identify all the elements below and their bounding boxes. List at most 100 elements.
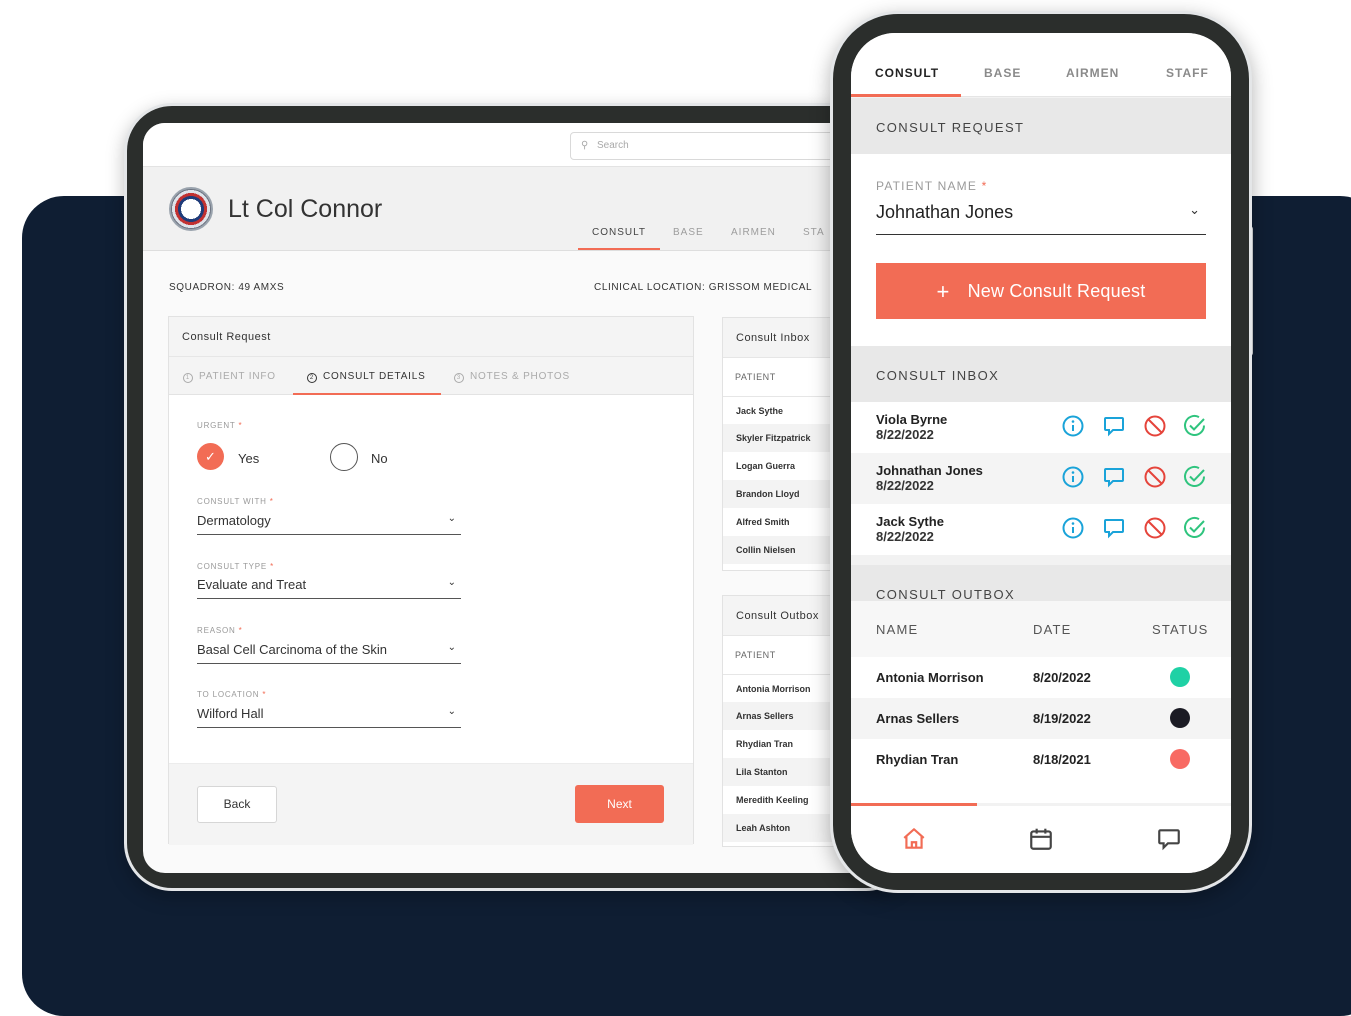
list-item[interactable]: Logan Guerra <box>723 452 843 480</box>
list-item[interactable]: Brandon Lloyd <box>723 480 843 508</box>
chevron-down-icon: ⌄ <box>447 577 456 588</box>
inbox-row[interactable]: Viola Byrne 8/22/2022 <box>851 402 1231 453</box>
required-mark: * <box>981 179 988 193</box>
patient-name-select[interactable]: Johnathan Jones ⌄ <box>876 202 1206 235</box>
step-patient-info[interactable]: 1 PATIENT INFO <box>183 371 276 383</box>
patient-name: Johnathan Jones <box>876 463 983 478</box>
chevron-down-icon: ⌄ <box>1189 202 1200 217</box>
card-title: Consult Inbox <box>723 318 841 358</box>
required-mark: * <box>270 562 275 571</box>
to-location-value: Wilford Hall <box>197 706 264 721</box>
reason-value: Basal Cell Carcinoma of the Skin <box>197 642 388 657</box>
tab-airmen[interactable]: AIRMEN <box>731 227 776 238</box>
list-item[interactable]: Leah Ashton <box>723 814 843 842</box>
tab-airmen[interactable]: AIRMEN <box>1066 66 1119 80</box>
patient-name: Jack Sythe <box>876 514 944 529</box>
step-number: 3 <box>454 373 464 383</box>
consult-inbox-heading: CONSULT INBOX <box>851 346 1231 402</box>
tablet-screen: ⚲ Search Lt Col Connor CONSULT BASE AIRM… <box>143 123 913 873</box>
search-icon: ⚲ <box>581 140 589 151</box>
patient-name: Rhydian Tran <box>876 752 959 767</box>
outbox-table-header: NAME DATE STATUS <box>851 601 1231 657</box>
chat-icon[interactable] <box>1102 465 1126 489</box>
tab-consult[interactable]: CONSULT <box>875 66 939 80</box>
decline-icon[interactable] <box>1143 516 1167 540</box>
home-icon[interactable] <box>901 826 927 852</box>
patient-name: Antonia Morrison <box>876 670 984 685</box>
consult-with-select[interactable]: Dermatology ⌄ <box>197 513 461 535</box>
tablet-device: ⚲ Search Lt Col Connor CONSULT BASE AIRM… <box>124 103 914 891</box>
list-item[interactable]: Jack Sythe <box>723 396 843 424</box>
bottom-nav <box>851 806 1231 873</box>
consult-type-label-text: CONSULT TYPE <box>197 562 268 571</box>
tab-staff[interactable]: STA <box>803 227 825 238</box>
approve-icon[interactable] <box>1183 414 1207 438</box>
chat-icon[interactable] <box>1156 826 1182 852</box>
tab-consult[interactable]: CONSULT <box>592 227 646 238</box>
user-name: Lt Col Connor <box>228 195 383 223</box>
approve-icon[interactable] <box>1183 465 1207 489</box>
calendar-icon[interactable] <box>1028 826 1054 852</box>
profile-header: Lt Col Connor CONSULT BASE AIRMEN STA <box>143 167 913 251</box>
decline-icon[interactable] <box>1143 465 1167 489</box>
list-item[interactable]: Arnas Sellers <box>723 702 843 730</box>
chevron-down-icon: ⌄ <box>447 706 456 717</box>
list-item[interactable]: Skyler Fitzpatrick <box>723 424 843 452</box>
next-button[interactable]: Next <box>575 785 664 823</box>
approve-icon[interactable] <box>1183 516 1207 540</box>
chevron-down-icon: ⌄ <box>447 642 456 653</box>
request-date: 8/22/2022 <box>876 427 934 442</box>
list-item[interactable]: Meredith Keeling <box>723 786 843 814</box>
info-icon[interactable] <box>1061 414 1085 438</box>
tab-base[interactable]: BASE <box>984 66 1021 80</box>
step-consult-details[interactable]: 2 CONSULT DETAILS <box>307 371 426 383</box>
column-header-date: DATE <box>1033 622 1072 637</box>
patient-name-value: Johnathan Jones <box>876 202 1014 222</box>
consult-type-select[interactable]: Evaluate and Treat ⌄ <box>197 577 461 599</box>
to-location-label: TO LOCATION * <box>197 690 266 699</box>
tab-base[interactable]: BASE <box>673 227 704 238</box>
consult-inbox-card: Consult Inbox PATIENT Jack Sythe Skyler … <box>722 317 843 571</box>
request-date: 8/20/2022 <box>1033 670 1091 685</box>
outbox-row[interactable]: Rhydian Tran 8/18/2021 <box>851 739 1231 780</box>
column-header-patient: PATIENT <box>735 650 776 660</box>
step-label: PATIENT INFO <box>199 371 276 382</box>
phone-device: CONSULT BASE AIRMEN STAFF CONSULT REQUES… <box>830 11 1252 893</box>
status-dot <box>1170 667 1190 687</box>
step-number: 2 <box>307 373 317 383</box>
chat-icon[interactable] <box>1102 516 1126 540</box>
outbox-row[interactable]: Antonia Morrison 8/20/2022 <box>851 657 1231 698</box>
step-notes-photos[interactable]: 3 NOTES & PHOTOS <box>454 371 570 383</box>
inbox-row[interactable]: Jack Sythe 8/22/2022 <box>851 504 1231 555</box>
info-icon[interactable] <box>1061 465 1085 489</box>
list-item[interactable]: Collin Nielsen <box>723 536 843 564</box>
patient-name: Viola Byrne <box>876 412 948 427</box>
list-item[interactable]: Rhydian Tran <box>723 730 843 758</box>
search-input[interactable]: ⚲ Search <box>570 132 870 160</box>
plus-icon: + <box>936 279 950 304</box>
active-tab-indicator <box>578 248 660 250</box>
outbox-row[interactable]: Arnas Sellers 8/19/2022 <box>851 698 1231 739</box>
urgent-yes-radio[interactable]: ✓ <box>197 443 224 470</box>
urgent-no-radio[interactable] <box>330 443 358 471</box>
reason-select[interactable]: Basal Cell Carcinoma of the Skin ⌄ <box>197 642 461 664</box>
list-item[interactable]: Antonia Morrison <box>723 674 843 702</box>
inbox-row[interactable]: Johnathan Jones 8/22/2022 <box>851 453 1231 504</box>
patient-name-label-text: PATIENT NAME <box>876 179 978 193</box>
list-item[interactable]: Alfred Smith <box>723 508 843 536</box>
squadron-label: SQUADRON: 49 AMXS <box>169 282 285 293</box>
info-icon[interactable] <box>1061 516 1085 540</box>
clinical-location-label: CLINICAL LOCATION: GRISSOM MEDICAL <box>594 282 813 293</box>
chat-icon[interactable] <box>1102 414 1126 438</box>
list-item[interactable]: Lila Stanton <box>723 758 843 786</box>
to-location-select[interactable]: Wilford Hall ⌄ <box>197 706 461 728</box>
new-consult-request-button[interactable]: + New Consult Request <box>876 263 1206 319</box>
consult-with-value: Dermatology <box>197 513 271 528</box>
active-step-indicator <box>293 393 441 395</box>
top-bar: ⚲ Search <box>143 123 913 167</box>
decline-icon[interactable] <box>1143 414 1167 438</box>
search-placeholder: Search <box>597 140 629 151</box>
outbox-row-partial <box>851 780 1231 803</box>
back-button[interactable]: Back <box>197 786 277 823</box>
tab-staff[interactable]: STAFF <box>1166 66 1209 80</box>
